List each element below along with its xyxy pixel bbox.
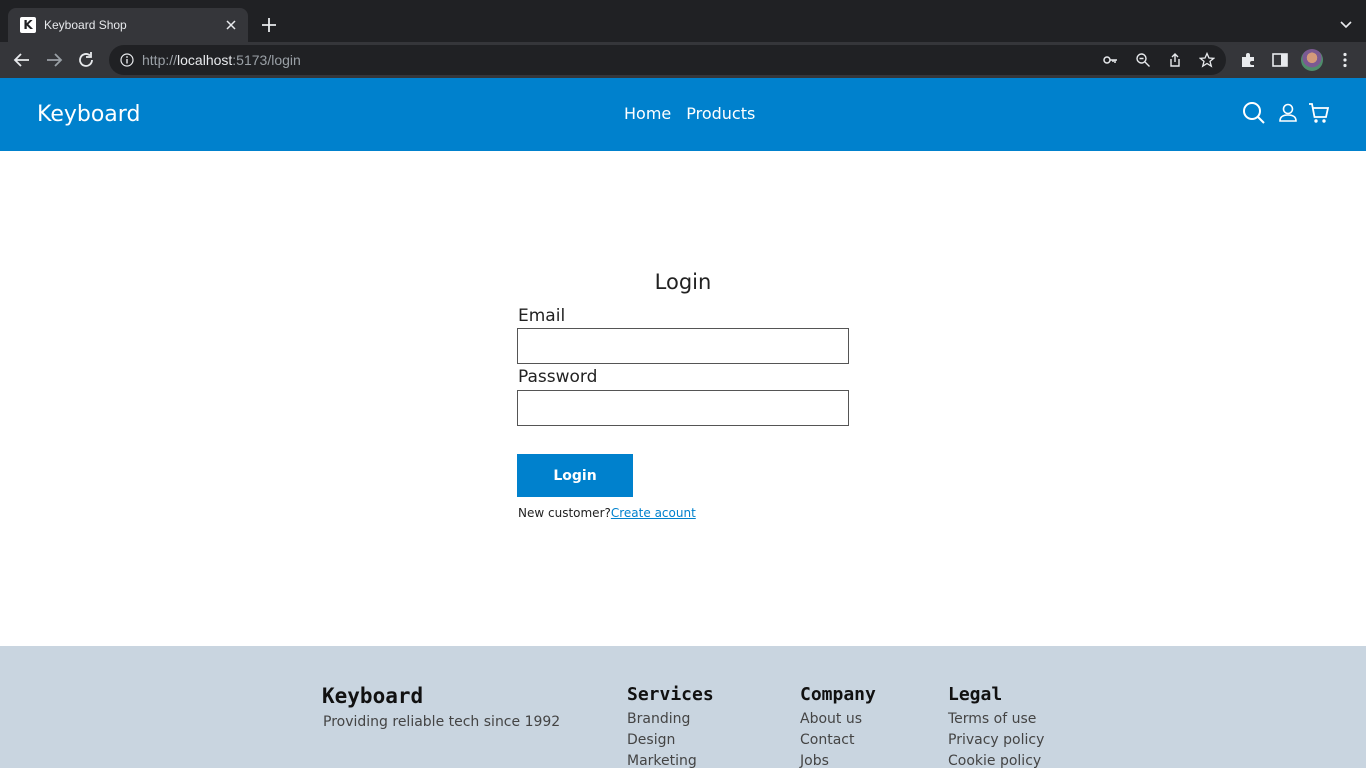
footer-link[interactable]: Marketing <box>627 751 714 768</box>
chevron-down-icon[interactable] <box>1338 16 1354 32</box>
forward-arrow-icon[interactable] <box>44 50 64 70</box>
url-host: localhost <box>177 52 233 68</box>
close-tab-icon[interactable] <box>222 16 240 34</box>
footer-link[interactable]: Terms of use <box>948 709 1044 730</box>
search-icon[interactable] <box>1242 101 1266 125</box>
footer-link[interactable]: Privacy policy <box>948 730 1044 751</box>
new-tab-icon[interactable] <box>259 15 279 35</box>
footer-link[interactable]: About us <box>800 709 876 730</box>
site-header: Keyboard Home Products <box>0 78 1366 151</box>
site-logo[interactable]: Keyboard <box>37 101 140 129</box>
footer-tagline: Providing reliable tech since 1992 <box>323 714 561 730</box>
login-button[interactable]: Login <box>517 454 633 497</box>
profile-avatar[interactable] <box>1301 49 1323 71</box>
create-account-link[interactable]: Create acount <box>611 506 696 520</box>
new-customer-line: New customer?Create acount <box>518 505 696 522</box>
url-path: :5173/login <box>232 52 301 68</box>
footer-column-title: Services <box>627 684 714 705</box>
main-nav: Home Products <box>624 103 755 125</box>
new-customer-text: New customer? <box>518 506 611 520</box>
bookmark-star-icon[interactable] <box>1199 52 1215 68</box>
password-field[interactable] <box>517 390 849 426</box>
footer-link[interactable]: Jobs <box>800 751 876 768</box>
url-text[interactable]: http://localhost:5173/login <box>142 52 301 68</box>
nav-products-link[interactable]: Products <box>686 103 755 125</box>
cart-icon[interactable] <box>1307 101 1331 125</box>
footer-link[interactable]: Cookie policy <box>948 751 1044 768</box>
login-title: Login <box>654 270 712 294</box>
email-label: Email <box>518 306 566 326</box>
footer-link[interactable]: Design <box>627 730 714 751</box>
browser-toolbar: http://localhost:5173/login <box>0 42 1366 78</box>
browser-tab-strip: K Keyboard Shop <box>0 0 1366 42</box>
footer-column-title: Company <box>800 684 876 705</box>
info-icon[interactable] <box>120 53 134 67</box>
back-arrow-icon[interactable] <box>12 50 32 70</box>
extensions-puzzle-icon[interactable] <box>1239 51 1257 69</box>
tab-title: Keyboard Shop <box>44 18 127 32</box>
key-icon[interactable] <box>1102 52 1118 68</box>
address-bar[interactable]: http://localhost:5173/login <box>109 45 1226 75</box>
footer-column-company: Company About us Contact Jobs <box>800 684 876 768</box>
share-icon[interactable] <box>1167 52 1183 68</box>
footer-column-title: Legal <box>948 684 1003 705</box>
password-label: Password <box>518 367 598 387</box>
footer-column-legal: Legal Terms of use Privacy policy Cookie… <box>948 684 1044 768</box>
side-panel-icon[interactable] <box>1271 51 1289 69</box>
reload-icon[interactable] <box>76 50 96 70</box>
footer-link[interactable]: Branding <box>627 709 714 730</box>
tab-favicon-icon: K <box>20 17 36 33</box>
url-scheme: http:// <box>142 52 178 68</box>
footer-column-services: Services Branding Design Marketing <box>627 684 714 768</box>
browser-tab[interactable]: K Keyboard Shop <box>8 8 248 42</box>
nav-home-link[interactable]: Home <box>624 103 671 125</box>
footer-link[interactable]: Contact <box>800 730 876 751</box>
zoom-icon[interactable] <box>1135 52 1151 68</box>
email-field[interactable] <box>517 328 849 364</box>
footer-brand: Keyboard <box>322 684 424 708</box>
more-menu-icon[interactable] <box>1336 51 1354 69</box>
site-footer: Keyboard Providing reliable tech since 1… <box>0 646 1366 768</box>
user-icon[interactable] <box>1276 101 1300 125</box>
